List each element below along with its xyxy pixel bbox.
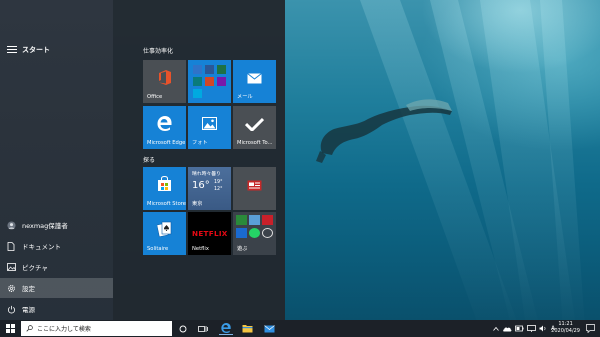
- skype-icon: [193, 89, 202, 98]
- pictures-icon: [0, 263, 22, 271]
- start-menu-title: スタート: [22, 46, 50, 54]
- clock-time: 11:21: [558, 321, 573, 327]
- tile-office[interactable]: Office: [143, 60, 186, 103]
- rail-item-power[interactable]: 電源: [0, 299, 113, 319]
- excel-icon: [217, 65, 226, 74]
- network-icon[interactable]: [527, 325, 536, 332]
- outlook-icon: [193, 65, 202, 74]
- tile-solitaire[interactable]: Solitaire: [143, 212, 186, 255]
- tile-productivity-folder[interactable]: [188, 60, 231, 103]
- power-icon: [0, 305, 22, 314]
- tile-label: Microsoft Edge: [147, 140, 186, 146]
- battery-icon[interactable]: [515, 325, 524, 332]
- tile-news[interactable]: [233, 167, 276, 210]
- rail-item-documents[interactable]: ドキュメント: [0, 236, 113, 256]
- task-view-button[interactable]: [196, 322, 210, 335]
- taskbar-mail[interactable]: [262, 322, 276, 335]
- cards-icon: [157, 221, 172, 237]
- group-label-productivity: 仕事効率化: [143, 48, 174, 55]
- search-box[interactable]: ここに入力して検索: [21, 321, 172, 336]
- cortana-icon: [179, 325, 187, 332]
- search-icon: [26, 325, 33, 332]
- cortana-button[interactable]: [176, 322, 190, 335]
- weather-high: 19°: [214, 180, 223, 185]
- tile-label: 東京: [192, 201, 203, 207]
- tile-mail[interactable]: メール: [233, 60, 276, 103]
- task-view-icon: [198, 325, 208, 332]
- powerpoint-icon: [205, 77, 214, 86]
- clock-date: 2020/04/29: [551, 328, 580, 334]
- netflix-logo: NETFLIX: [192, 229, 228, 238]
- rail-item-settings[interactable]: 設定: [0, 278, 113, 298]
- tile-netflix[interactable]: NETFLIX Netflix: [188, 212, 231, 255]
- onedrive-icon: [193, 77, 202, 86]
- rail-item-label: ピクチャ: [22, 264, 48, 272]
- photos-icon: [202, 117, 217, 130]
- store-icon: [158, 176, 171, 191]
- tile-edge[interactable]: Microsoft Edge: [143, 106, 186, 149]
- rail-item-label: 設定: [22, 285, 35, 293]
- tile-weather[interactable]: 晴れ時々曇り 16° 19° 12° 東京: [188, 167, 231, 210]
- office-icon: [159, 70, 171, 85]
- game-icon: [236, 215, 247, 225]
- tile-label: Netflix: [192, 246, 209, 252]
- taskbar: ここに入力して検索 A 11:21 2020/04/29: [0, 320, 600, 337]
- tile-todo[interactable]: Microsoft To...: [233, 106, 276, 149]
- clock[interactable]: 11:21 2020/04/29: [551, 321, 580, 335]
- gear-icon: [0, 284, 22, 293]
- weather-description: 晴れ時々曇り: [192, 172, 221, 177]
- tile-play-folder[interactable]: 遊ぶ: [233, 212, 276, 255]
- tile-label: フォト: [192, 140, 208, 146]
- news-icon: [247, 180, 262, 191]
- rail-item-label: nexmag保護者: [22, 222, 68, 230]
- diver-silhouette: [316, 99, 452, 163]
- weather-low: 12°: [214, 187, 223, 192]
- mail-icon: [263, 324, 275, 332]
- rail-item-label: ドキュメント: [22, 243, 61, 251]
- start-menu: スタート nexmag保護者 ドキュメント ピクチャ 設定 電源 仕事効率化 探…: [0, 0, 285, 320]
- rail-item-pictures[interactable]: ピクチャ: [0, 257, 113, 277]
- tile-label: Microsoft To...: [237, 140, 273, 146]
- search-placeholder: ここに入力して検索: [37, 326, 91, 333]
- system-tray: A: [493, 320, 555, 337]
- tile-label: Solitaire: [147, 246, 169, 252]
- mail-icon: [247, 73, 262, 84]
- rail-item-user[interactable]: nexmag保護者: [0, 215, 113, 235]
- tile-label: Microsoft Store: [147, 201, 186, 207]
- edge-icon: [221, 323, 231, 333]
- taskbar-explorer[interactable]: [240, 322, 254, 335]
- tile-label: メール: [237, 94, 253, 100]
- game-icon: [262, 215, 273, 225]
- onenote-icon: [217, 77, 226, 86]
- group-label-explore: 探る: [143, 157, 156, 164]
- folder-icon: [242, 325, 252, 333]
- windows-logo-icon: [5, 324, 15, 333]
- start-button[interactable]: [0, 320, 20, 337]
- circle-icon: [262, 228, 273, 238]
- edge-icon: [157, 116, 172, 131]
- tile-photos[interactable]: フォト: [188, 106, 231, 149]
- game-icon: [236, 228, 247, 238]
- taskbar-edge[interactable]: [219, 322, 233, 335]
- tile-label: Office: [147, 94, 163, 100]
- notification-icon[interactable]: [586, 324, 595, 333]
- chevron-up-icon[interactable]: [493, 326, 499, 331]
- weather-temperature: 16°: [192, 180, 210, 191]
- game-icon: [249, 215, 260, 225]
- document-icon: [0, 241, 22, 251]
- user-icon: [0, 220, 22, 230]
- tile-store[interactable]: Microsoft Store: [143, 167, 186, 210]
- tile-label: 遊ぶ: [237, 246, 248, 252]
- hamburger-menu-icon[interactable]: [7, 46, 17, 54]
- word-icon: [205, 65, 214, 74]
- rail-item-label: 電源: [22, 306, 35, 314]
- whatsapp-icon: [249, 228, 260, 238]
- checkmark-icon: [245, 117, 264, 131]
- volume-icon[interactable]: [539, 325, 547, 332]
- onedrive-icon[interactable]: [502, 326, 512, 332]
